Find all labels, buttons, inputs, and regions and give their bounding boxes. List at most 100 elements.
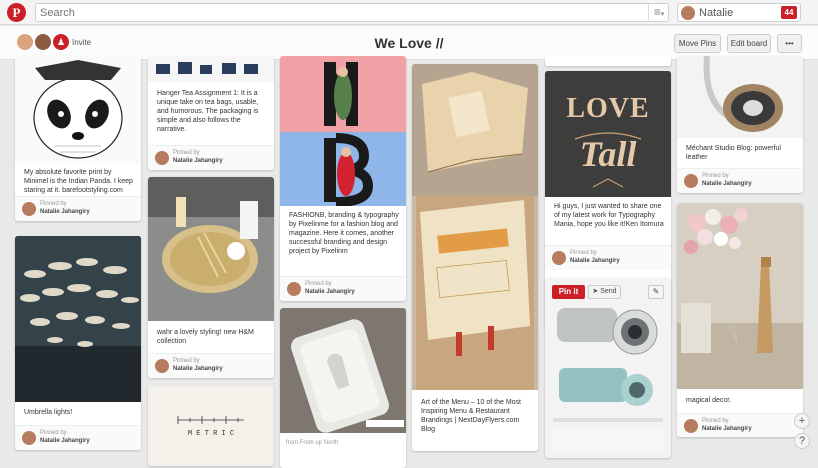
pin-image[interactable] — [15, 236, 141, 402]
pin-image[interactable] — [280, 56, 406, 206]
search-input[interactable] — [40, 5, 640, 20]
pin-description: Hanger Tea Assignment 1: It is a unique … — [157, 90, 259, 133]
business-card-tin-photo — [280, 308, 406, 433]
tea-packaging-photo — [148, 56, 274, 82]
pinner-avatar[interactable] — [552, 251, 566, 265]
pinned-by-label: Pinned by — [305, 281, 332, 287]
user-avatar — [681, 6, 695, 20]
move-pins-button[interactable]: Move Pins — [674, 34, 721, 53]
pin-image[interactable] — [412, 64, 538, 390]
pin-image[interactable] — [545, 278, 671, 458]
pin-card[interactable] — [545, 56, 671, 66]
pinner-avatar[interactable] — [155, 359, 169, 373]
pin-description: Art of the Menu – 10 of the Most Inspiri… — [421, 399, 521, 433]
love-lettering: LOVE — [566, 93, 650, 124]
pin-image[interactable] — [148, 177, 274, 321]
pin-card[interactable]: magical decor. Pinned by Natalie Jahangi… — [677, 203, 803, 437]
pinner-name[interactable]: Natalie Jahangiry — [702, 426, 752, 432]
pinner-avatar[interactable] — [155, 151, 169, 165]
pin-card[interactable]: Umbrella lights! Pinned by Natalie Jahan… — [15, 236, 141, 450]
pinner-info: Pinned by Natalie Jahangiry — [148, 145, 274, 170]
board-header: ♟ Invite We Love // Move Pins Edit board… — [0, 26, 818, 60]
fashion-branding-photo — [280, 56, 406, 206]
pin-card[interactable]: Art of the Menu – 10 of the Most Inspiri… — [412, 64, 538, 451]
pinner-name[interactable]: Natalie Jahangiry — [702, 181, 752, 187]
pinner-avatar[interactable] — [22, 202, 36, 216]
gold-tray-photo — [148, 177, 274, 321]
pinned-by-label: Pinned by — [702, 173, 729, 179]
pin-image[interactable] — [677, 203, 803, 389]
camera-design-photo — [545, 278, 671, 458]
pinner-name[interactable]: Natalie Jahangiry — [570, 258, 620, 264]
pin-image[interactable] — [677, 56, 803, 138]
category-menu-button[interactable]: ≡▾ — [648, 3, 669, 22]
pinned-by-label: Pinned by — [702, 418, 729, 424]
pinner-avatar[interactable] — [684, 419, 698, 433]
pin-description: FASHIONB, branding & typography by Pixel… — [289, 212, 399, 255]
more-options-button[interactable]: ••• — [777, 34, 802, 53]
metric-word: M E T R I C — [187, 430, 235, 438]
edit-pin-button[interactable]: ✎ — [648, 285, 664, 299]
pinner-name[interactable]: Natalie Jahangiry — [173, 158, 223, 164]
pinner-avatar[interactable] — [684, 174, 698, 188]
pin-source[interactable]: from From up North — [286, 440, 338, 446]
pinner-info: Pinned by Natalie Jahangiry — [15, 196, 141, 221]
pencil-icon: ✎ — [652, 287, 660, 296]
pin-description: Umbrella lights! — [24, 409, 73, 416]
balloon-decor-photo — [677, 203, 803, 389]
chevron-down-icon: ▾ — [660, 11, 665, 18]
help-button[interactable]: ? — [794, 433, 810, 449]
pin-image[interactable] — [148, 56, 274, 82]
pinner-name[interactable]: Natalie Jahangiry — [40, 438, 90, 444]
panda-illustration — [15, 56, 141, 164]
pinned-by-label: Pinned by — [173, 150, 200, 156]
pin-card[interactable]: Pin it ➤ Send ✎ — [545, 278, 671, 458]
add-pin-button[interactable]: + — [794, 413, 810, 429]
pinner-info: Pinned by Natalie Jahangiry — [545, 245, 671, 270]
pin-card[interactable]: wahr a lovely styling! new H&M collectio… — [148, 177, 274, 378]
metric-ruler-graphic — [177, 416, 244, 424]
pin-card[interactable]: M E T R I C — [148, 386, 274, 466]
user-menu-button[interactable]: Natalie 44 — [677, 3, 801, 22]
pinned-by-label: Pinned by — [570, 250, 597, 256]
pin-image[interactable] — [15, 56, 141, 164]
pinner-info: Pinned by Natalie Jahangiry — [15, 425, 141, 450]
pin-card[interactable]: from From up North — [280, 308, 406, 468]
pinterest-logo-icon[interactable]: P — [7, 3, 26, 22]
send-button[interactable]: ➤ Send — [588, 285, 621, 299]
pinner-name[interactable]: Natalie Jahangiry — [305, 289, 355, 295]
tall-lettering: Tall — [579, 134, 637, 174]
pin-card[interactable]: FASHIONB, branding & typography by Pixel… — [280, 56, 406, 301]
top-bar: P ≡▾ Natalie 44 — [0, 0, 818, 25]
restaurant-menu-photo — [412, 64, 538, 390]
edit-board-button[interactable]: Edit board — [727, 34, 771, 53]
pin-image[interactable]: M E T R I C — [148, 386, 274, 466]
pin-description: My absolute favorite print by Minimel is… — [24, 169, 133, 194]
umbrella-lights-photo — [15, 236, 141, 402]
pin-description: wahr a lovely styling! new H&M collectio… — [157, 329, 254, 345]
pin-card[interactable]: Méchant Studio Blog: powerful leather Pi… — [677, 56, 803, 193]
notification-badge[interactable]: 44 — [781, 6, 797, 19]
user-name: Natalie — [699, 7, 734, 19]
pin-image[interactable]: LOVE Tall — [545, 71, 671, 197]
pin-card[interactable]: Hanger Tea Assignment 1: It is a unique … — [148, 56, 274, 170]
pin-image[interactable] — [280, 308, 406, 433]
pinner-info: Pinned by Natalie Jahangiry — [148, 353, 274, 378]
pinned-by-label: Pinned by — [173, 358, 200, 364]
pin-description: Méchant Studio Blog: powerful leather — [686, 145, 781, 161]
pinner-name[interactable]: Natalie Jahangiry — [173, 366, 223, 372]
search-box[interactable] — [35, 3, 669, 22]
pin-card[interactable]: My absolute favorite print by Minimel is… — [15, 56, 141, 221]
headphones-photo — [677, 56, 803, 138]
send-label: Send — [600, 288, 617, 295]
menu-lines-icon: ≡ — [653, 5, 661, 19]
pinner-avatar[interactable] — [22, 431, 36, 445]
pinner-info: Pinned by Natalie Jahangiry — [280, 276, 406, 301]
pinner-avatar[interactable] — [287, 282, 301, 296]
pinner-info: Pinned by Natalie Jahangiry — [677, 413, 803, 437]
pin-description: magical decor. — [686, 397, 732, 404]
pin-it-button[interactable]: Pin it — [552, 285, 585, 299]
pinner-name[interactable]: Natalie Jahangiry — [40, 209, 90, 215]
pinned-by-label: Pinned by — [40, 201, 67, 207]
pinner-info: Pinned by Natalie Jahangiry — [677, 168, 803, 193]
